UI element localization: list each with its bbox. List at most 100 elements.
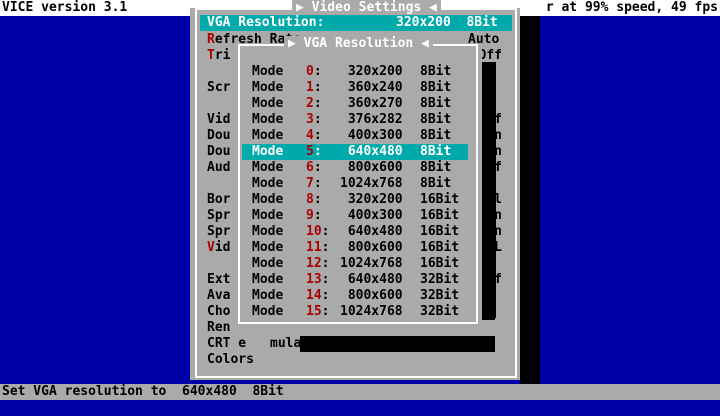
- vga-mode-item[interactable]: Mode 12: 1024x768 16Bit: [242, 256, 468, 272]
- mode-number: 1:: [306, 80, 322, 95]
- menu-item[interactable]: Colors: [207, 352, 254, 368]
- vga-mode-item[interactable]: Mode 13: 640x480 32Bit: [242, 272, 468, 288]
- vga-resolution-title: ▶ VGA Resolution ◀: [284, 36, 433, 52]
- mode-resolution: 640x480: [340, 272, 403, 287]
- menu-item-value: mulation: [270, 336, 333, 351]
- mode-resolution: 1024x768: [340, 256, 403, 271]
- vga-mode-item[interactable]: Mode 15: 1024x768 32Bit: [242, 304, 468, 320]
- mode-number-value: 10: [306, 224, 322, 239]
- mode-depth: 8Bit: [420, 80, 452, 95]
- mode-label: Mode: [252, 144, 284, 159]
- vga-mode-item[interactable]: Mode 11: 800x600 16Bit: [242, 240, 468, 256]
- mode-number: 12:: [306, 256, 330, 271]
- vga-mode-item[interactable]: Mode 10: 640x480 16Bit: [242, 224, 468, 240]
- status-bar: Set VGA resolution to 640x480 8Bit: [0, 384, 720, 400]
- vga-mode-item[interactable]: Mode 0: 320x200 8Bit: [242, 64, 468, 80]
- mode-number-value: 6: [306, 160, 314, 175]
- mode-label: Mode: [252, 304, 284, 319]
- vga-mode-item[interactable]: Mode 2: 360x270 8Bit: [242, 96, 468, 112]
- mode-resolution: 400x300: [340, 128, 403, 143]
- menu-item[interactable]: Spr: [207, 224, 230, 240]
- mode-label: Mode: [252, 192, 284, 207]
- menu-item-label: Ext: [207, 272, 231, 287]
- vga-mode-item[interactable]: Mode 4: 400x300 8Bit: [242, 128, 468, 144]
- menu-item[interactable]: Ext: [207, 272, 230, 288]
- vga-mode-item[interactable]: Mode 3: 376x282 8Bit: [242, 112, 468, 128]
- mode-depth: 8Bit: [420, 64, 452, 79]
- mode-number-value: 11: [306, 240, 322, 255]
- video-settings-title: ▶ Video Settings ◀: [292, 0, 441, 16]
- vga-mode-item[interactable]: Mode 1: 360x240 8Bit: [242, 80, 468, 96]
- menu-item-vga-resolution[interactable]: VGA Resolution: 320x200 8Bit: [200, 15, 512, 31]
- menu-item[interactable]: Ren: [207, 320, 230, 336]
- menu-item[interactable]: Bor: [207, 192, 230, 208]
- mode-number-value: 3: [306, 112, 314, 127]
- menu-item-label: Vid: [207, 112, 231, 127]
- menu-item[interactable]: Ava: [207, 288, 230, 304]
- mode-resolution: 1024x768: [340, 304, 403, 319]
- vga-mode-item[interactable]: Mode 5: 640x480 8Bit: [242, 144, 468, 160]
- mode-depth: 8Bit: [420, 128, 452, 143]
- vga-mode-item[interactable]: Mode 6: 800x600 8Bit: [242, 160, 468, 176]
- menu-item-label: Cho: [207, 304, 231, 319]
- vga-resolution-label: VGA Resolution:: [207, 15, 325, 30]
- mode-label: Mode: [252, 240, 284, 255]
- mode-label: Mode: [252, 224, 284, 239]
- mode-depth: 8Bit: [420, 144, 452, 159]
- menu-item[interactable]: Spr: [207, 208, 230, 224]
- mode-number: 9:: [306, 208, 322, 223]
- mode-number: 14:: [306, 288, 330, 303]
- menu-item[interactable]: Dou: [207, 144, 230, 160]
- mode-number-value: 4: [306, 128, 314, 143]
- menu-item-label: Ava: [207, 288, 231, 303]
- mode-number: 7:: [306, 176, 322, 191]
- mode-resolution: 800x600: [340, 160, 403, 175]
- mode-depth: 16Bit: [420, 224, 460, 239]
- menu-item-label: Aud: [207, 160, 231, 175]
- vga-mode-item[interactable]: Mode 8: 320x200 16Bit: [242, 192, 468, 208]
- vga-mode-item[interactable]: Mode 14: 800x600 32Bit: [242, 288, 468, 304]
- mode-number: 0:: [306, 64, 322, 79]
- mode-resolution: 400x300: [340, 208, 403, 223]
- mode-resolution: 800x600: [340, 288, 403, 303]
- mode-label: Mode: [252, 256, 284, 271]
- mode-number: 15:: [306, 304, 330, 319]
- vga-mode-item[interactable]: Mode 9: 400x300 16Bit: [242, 208, 468, 224]
- vga-mode-item[interactable]: Mode 7: 1024x768 8Bit: [242, 176, 468, 192]
- mode-number: 6:: [306, 160, 322, 175]
- mode-number-value: 7: [306, 176, 314, 191]
- mode-number-value: 2: [306, 96, 314, 111]
- mode-label: Mode: [252, 160, 284, 175]
- mode-label: Mode: [252, 64, 284, 79]
- mode-resolution: 320x200: [340, 64, 403, 79]
- mode-number: 2:: [306, 96, 322, 111]
- mode-depth: 32Bit: [420, 288, 460, 303]
- mode-number-value: 9: [306, 208, 314, 223]
- mode-number: 11:: [306, 240, 330, 255]
- menu-item[interactable]: Vid: [207, 240, 230, 256]
- menu-item-label: Ren: [207, 320, 231, 335]
- vga-resolution-value: 320x200 8Bit: [396, 15, 498, 30]
- menu-item-label: Spr: [207, 224, 231, 239]
- mode-label: Mode: [252, 96, 284, 111]
- mode-depth: 8Bit: [420, 160, 452, 175]
- mode-number: 13:: [306, 272, 330, 287]
- menu-item[interactable]: Tri: [207, 48, 230, 64]
- menu-item[interactable]: Aud: [207, 160, 230, 176]
- menu-item[interactable]: Scr: [207, 80, 230, 96]
- menu-item[interactable]: CRT e: [207, 336, 246, 352]
- mode-number: 10:: [306, 224, 330, 239]
- menu-item[interactable]: Vid: [207, 112, 230, 128]
- mode-depth: 8Bit: [420, 176, 452, 191]
- menu-item-label: ri: [214, 48, 231, 63]
- menu-item-label: Dou: [207, 128, 231, 143]
- menu-item-hotkey: T: [207, 48, 215, 63]
- menu-item[interactable]: Dou: [207, 128, 230, 144]
- menu-item[interactable]: Cho: [207, 304, 230, 320]
- mode-depth: 16Bit: [420, 256, 460, 271]
- mode-depth: 8Bit: [420, 112, 452, 127]
- mode-label: Mode: [252, 128, 284, 143]
- mode-resolution: 360x270: [340, 96, 403, 111]
- mode-label: Mode: [252, 112, 284, 127]
- mode-label: Mode: [252, 208, 284, 223]
